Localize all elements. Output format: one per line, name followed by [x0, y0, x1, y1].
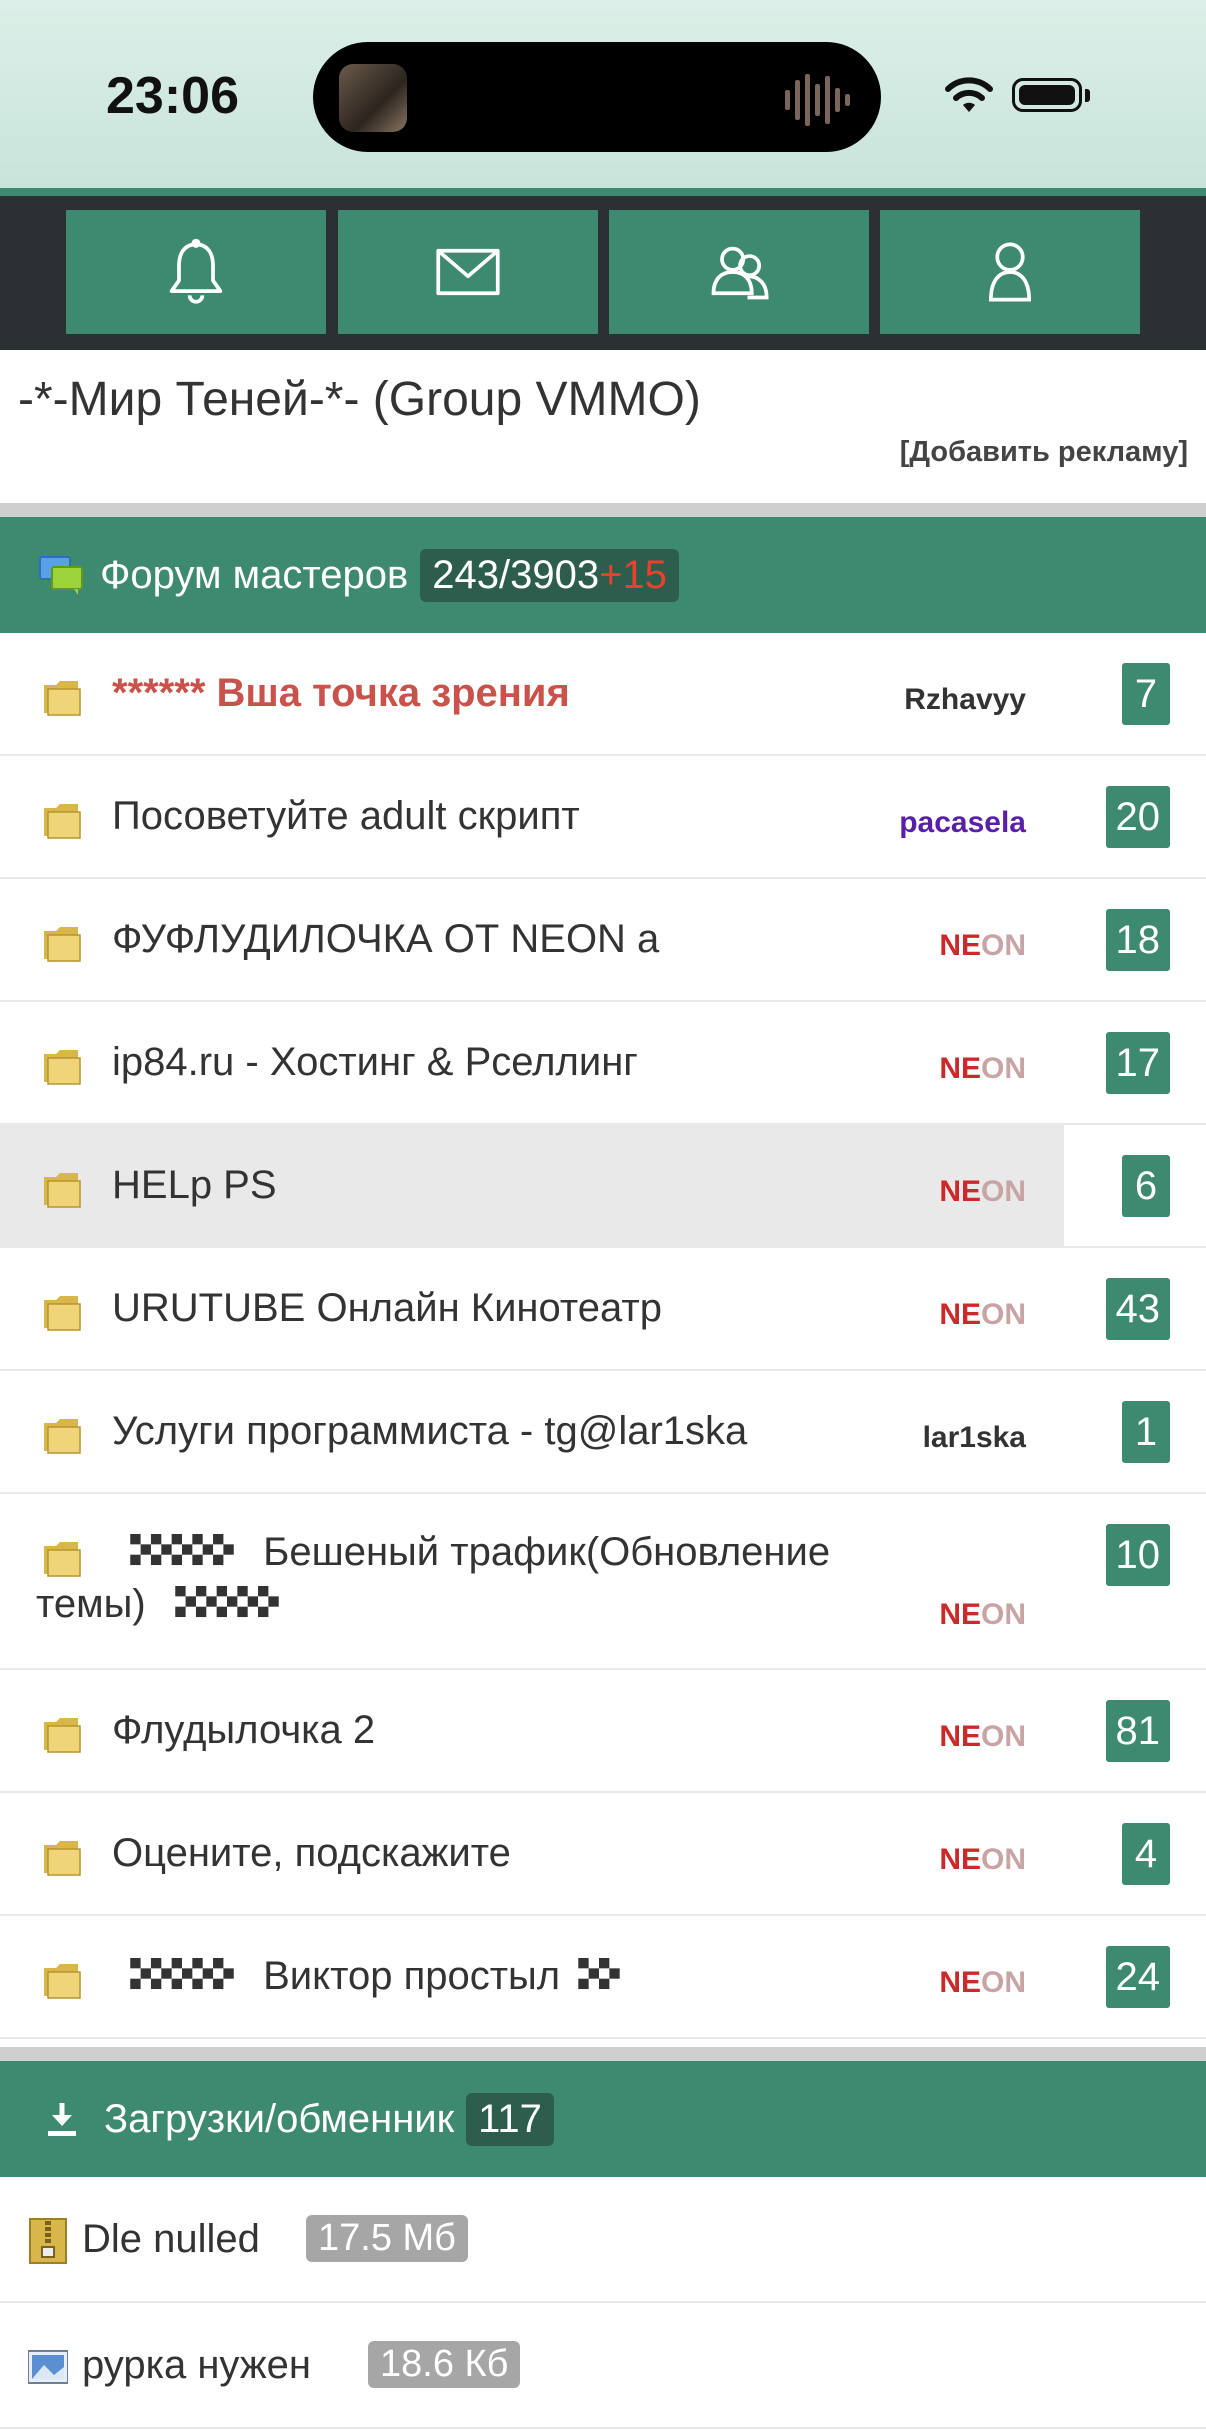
reply-count[interactable]: 4 [1122, 1823, 1170, 1885]
top-navigation [0, 196, 1206, 350]
folder-icon [44, 927, 81, 962]
page-title: -*-Мир Теней-*- (Group VMMO) [18, 373, 701, 426]
topic-title[interactable]: HELp PS [112, 1163, 277, 1208]
checker-banner-icon [130, 1958, 234, 1990]
reply-count[interactable]: 10 [1105, 1524, 1170, 1586]
folder-icon [44, 1296, 81, 1331]
topic-title[interactable]: ****** Вша точка зрения [112, 671, 570, 716]
folder-icon [44, 1419, 81, 1454]
reply-count[interactable]: 24 [1105, 1946, 1170, 2008]
reply-count[interactable]: 20 [1105, 786, 1170, 848]
checker-banner-icon [578, 1958, 620, 1990]
forum-new-count: +15 [599, 552, 667, 597]
battery-icon [1012, 78, 1090, 112]
user-icon [989, 242, 1031, 302]
topic-list: ****** Вша точка зрения Rzhavyy 7 Посове… [0, 633, 1206, 2039]
topic-row[interactable]: Виктор простыл NEON 24 [0, 1916, 1206, 2039]
reply-count[interactable]: 17 [1105, 1032, 1170, 1094]
reply-count[interactable]: 6 [1122, 1155, 1170, 1217]
file-size-badge: 17.5 Мб [306, 2215, 468, 2262]
topic-row[interactable]: ****** Вша точка зрения Rzhavyy 7 [0, 633, 1206, 756]
topic-author[interactable]: NEON [939, 1843, 1026, 1877]
topic-title[interactable]: URUTUBE Онлайн Кинотеатр [112, 1286, 662, 1331]
downloads-title: Загрузки/обменник [104, 2096, 455, 2141]
folder-icon [44, 804, 81, 839]
add-ad-link[interactable]: [Добавить рекламу] [900, 436, 1188, 469]
topic-title[interactable]: Посоветуйте adult скрипт [112, 794, 580, 839]
topic-row[interactable]: ip84.ru - Хостинг & Рселлинг NEON 17 [0, 1002, 1206, 1125]
topic-author[interactable]: NEON [939, 1598, 1026, 1632]
topic-row[interactable]: Услуги программиста - tg@lar1ska lar1ska… [0, 1371, 1206, 1494]
topic-row[interactable]: Флудылочка 2 NEON 81 [0, 1670, 1206, 1793]
folder-icon [44, 1964, 81, 1999]
reply-count[interactable]: 43 [1105, 1278, 1170, 1340]
reply-count[interactable]: 1 [1122, 1401, 1170, 1463]
topic-title[interactable]: Оцените, подскажите [112, 1831, 511, 1876]
topic-title[interactable]: ФУФЛУДИЛОЧКА ОТ NEON а [112, 917, 659, 962]
users-icon [711, 246, 769, 300]
topic-author[interactable]: NEON [939, 1052, 1026, 1086]
archive-icon [29, 2218, 67, 2264]
topic-row[interactable]: HELp PS NEON 6 [0, 1125, 1206, 1248]
file-name[interactable]: рурка нужен [82, 2343, 311, 2388]
reply-count[interactable]: 18 [1105, 909, 1170, 971]
chat-bubbles-icon [39, 556, 83, 595]
downloads-section-header[interactable]: Загрузки/обменник 117 [0, 2061, 1206, 2177]
topic-author[interactable]: NEON [939, 1175, 1026, 1209]
topic-author[interactable]: pacasela [899, 806, 1026, 840]
now-playing-artwork [339, 64, 407, 132]
topic-title[interactable]: Услуги программиста - tg@lar1ska [112, 1409, 747, 1454]
profile-button[interactable] [880, 210, 1140, 334]
friends-button[interactable] [609, 210, 869, 334]
image-file-icon [28, 2350, 68, 2384]
topic-title[interactable]: Бешеный трафик(Обновление темы) [36, 1526, 876, 1630]
top-accent-stripe [0, 188, 1206, 196]
topic-author[interactable]: NEON [939, 929, 1026, 963]
folder-icon [44, 1173, 81, 1208]
topic-row[interactable]: Бешеный трафик(Обновление темы) NEON 10 [0, 1494, 1206, 1670]
folder-icon [44, 1841, 81, 1876]
topic-author[interactable]: NEON [939, 1298, 1026, 1332]
wifi-icon [945, 77, 993, 112]
topic-row[interactable]: Оцените, подскажите NEON 4 [0, 1793, 1206, 1916]
forum-count-badge: 243/3903+15 [420, 548, 679, 602]
divider [0, 503, 1206, 517]
topic-row[interactable]: Посоветуйте adult скрипт pacasela 20 [0, 756, 1206, 879]
status-time: 23:06 [106, 67, 239, 125]
reply-count[interactable]: 81 [1105, 1700, 1170, 1762]
file-size-badge: 18.6 Кб [368, 2341, 521, 2388]
topic-title[interactable]: ip84.ru - Хостинг & Рселлинг [112, 1040, 638, 1085]
topic-title[interactable]: Виктор простыл [112, 1954, 627, 1999]
dynamic-island[interactable] [313, 42, 881, 152]
audio-waveform-icon [785, 74, 850, 126]
checker-banner-icon [130, 1534, 234, 1566]
file-row[interactable]: Dle nulled 17.5 Мб [0, 2177, 1206, 2303]
downloads-count-badge: 117 [466, 2092, 554, 2146]
download-icon [48, 2103, 76, 2136]
folder-icon [44, 681, 81, 716]
topic-row[interactable]: URUTUBE Онлайн Кинотеатр NEON 43 [0, 1248, 1206, 1371]
messages-button[interactable] [338, 210, 598, 334]
bell-icon [169, 238, 223, 304]
topic-author[interactable]: NEON [939, 1966, 1026, 2000]
topic-author[interactable]: lar1ska [923, 1421, 1026, 1455]
file-name[interactable]: Dle nulled [82, 2217, 260, 2262]
topic-author[interactable]: NEON [939, 1720, 1026, 1754]
status-bar: 23:06 [0, 0, 1206, 188]
folder-icon [44, 1050, 81, 1085]
divider [0, 2047, 1206, 2061]
forum-count: 243/3903 [432, 552, 600, 597]
checker-banner-icon [175, 1586, 279, 1618]
folder-icon [44, 1718, 81, 1753]
topic-title[interactable]: Флудылочка 2 [112, 1708, 375, 1753]
file-row[interactable]: рурка нужен 18.6 Кб [0, 2303, 1206, 2429]
forum-section-header[interactable]: Форум мастеров 243/3903+15 [0, 517, 1206, 633]
notifications-button[interactable] [66, 210, 326, 334]
topic-row[interactable]: ФУФЛУДИЛОЧКА ОТ NEON а NEON 18 [0, 879, 1206, 1002]
reply-count[interactable]: 7 [1122, 663, 1170, 725]
topic-author[interactable]: Rzhavyy [904, 683, 1026, 717]
mail-icon [436, 248, 500, 296]
forum-title: Форум мастеров [100, 552, 409, 597]
